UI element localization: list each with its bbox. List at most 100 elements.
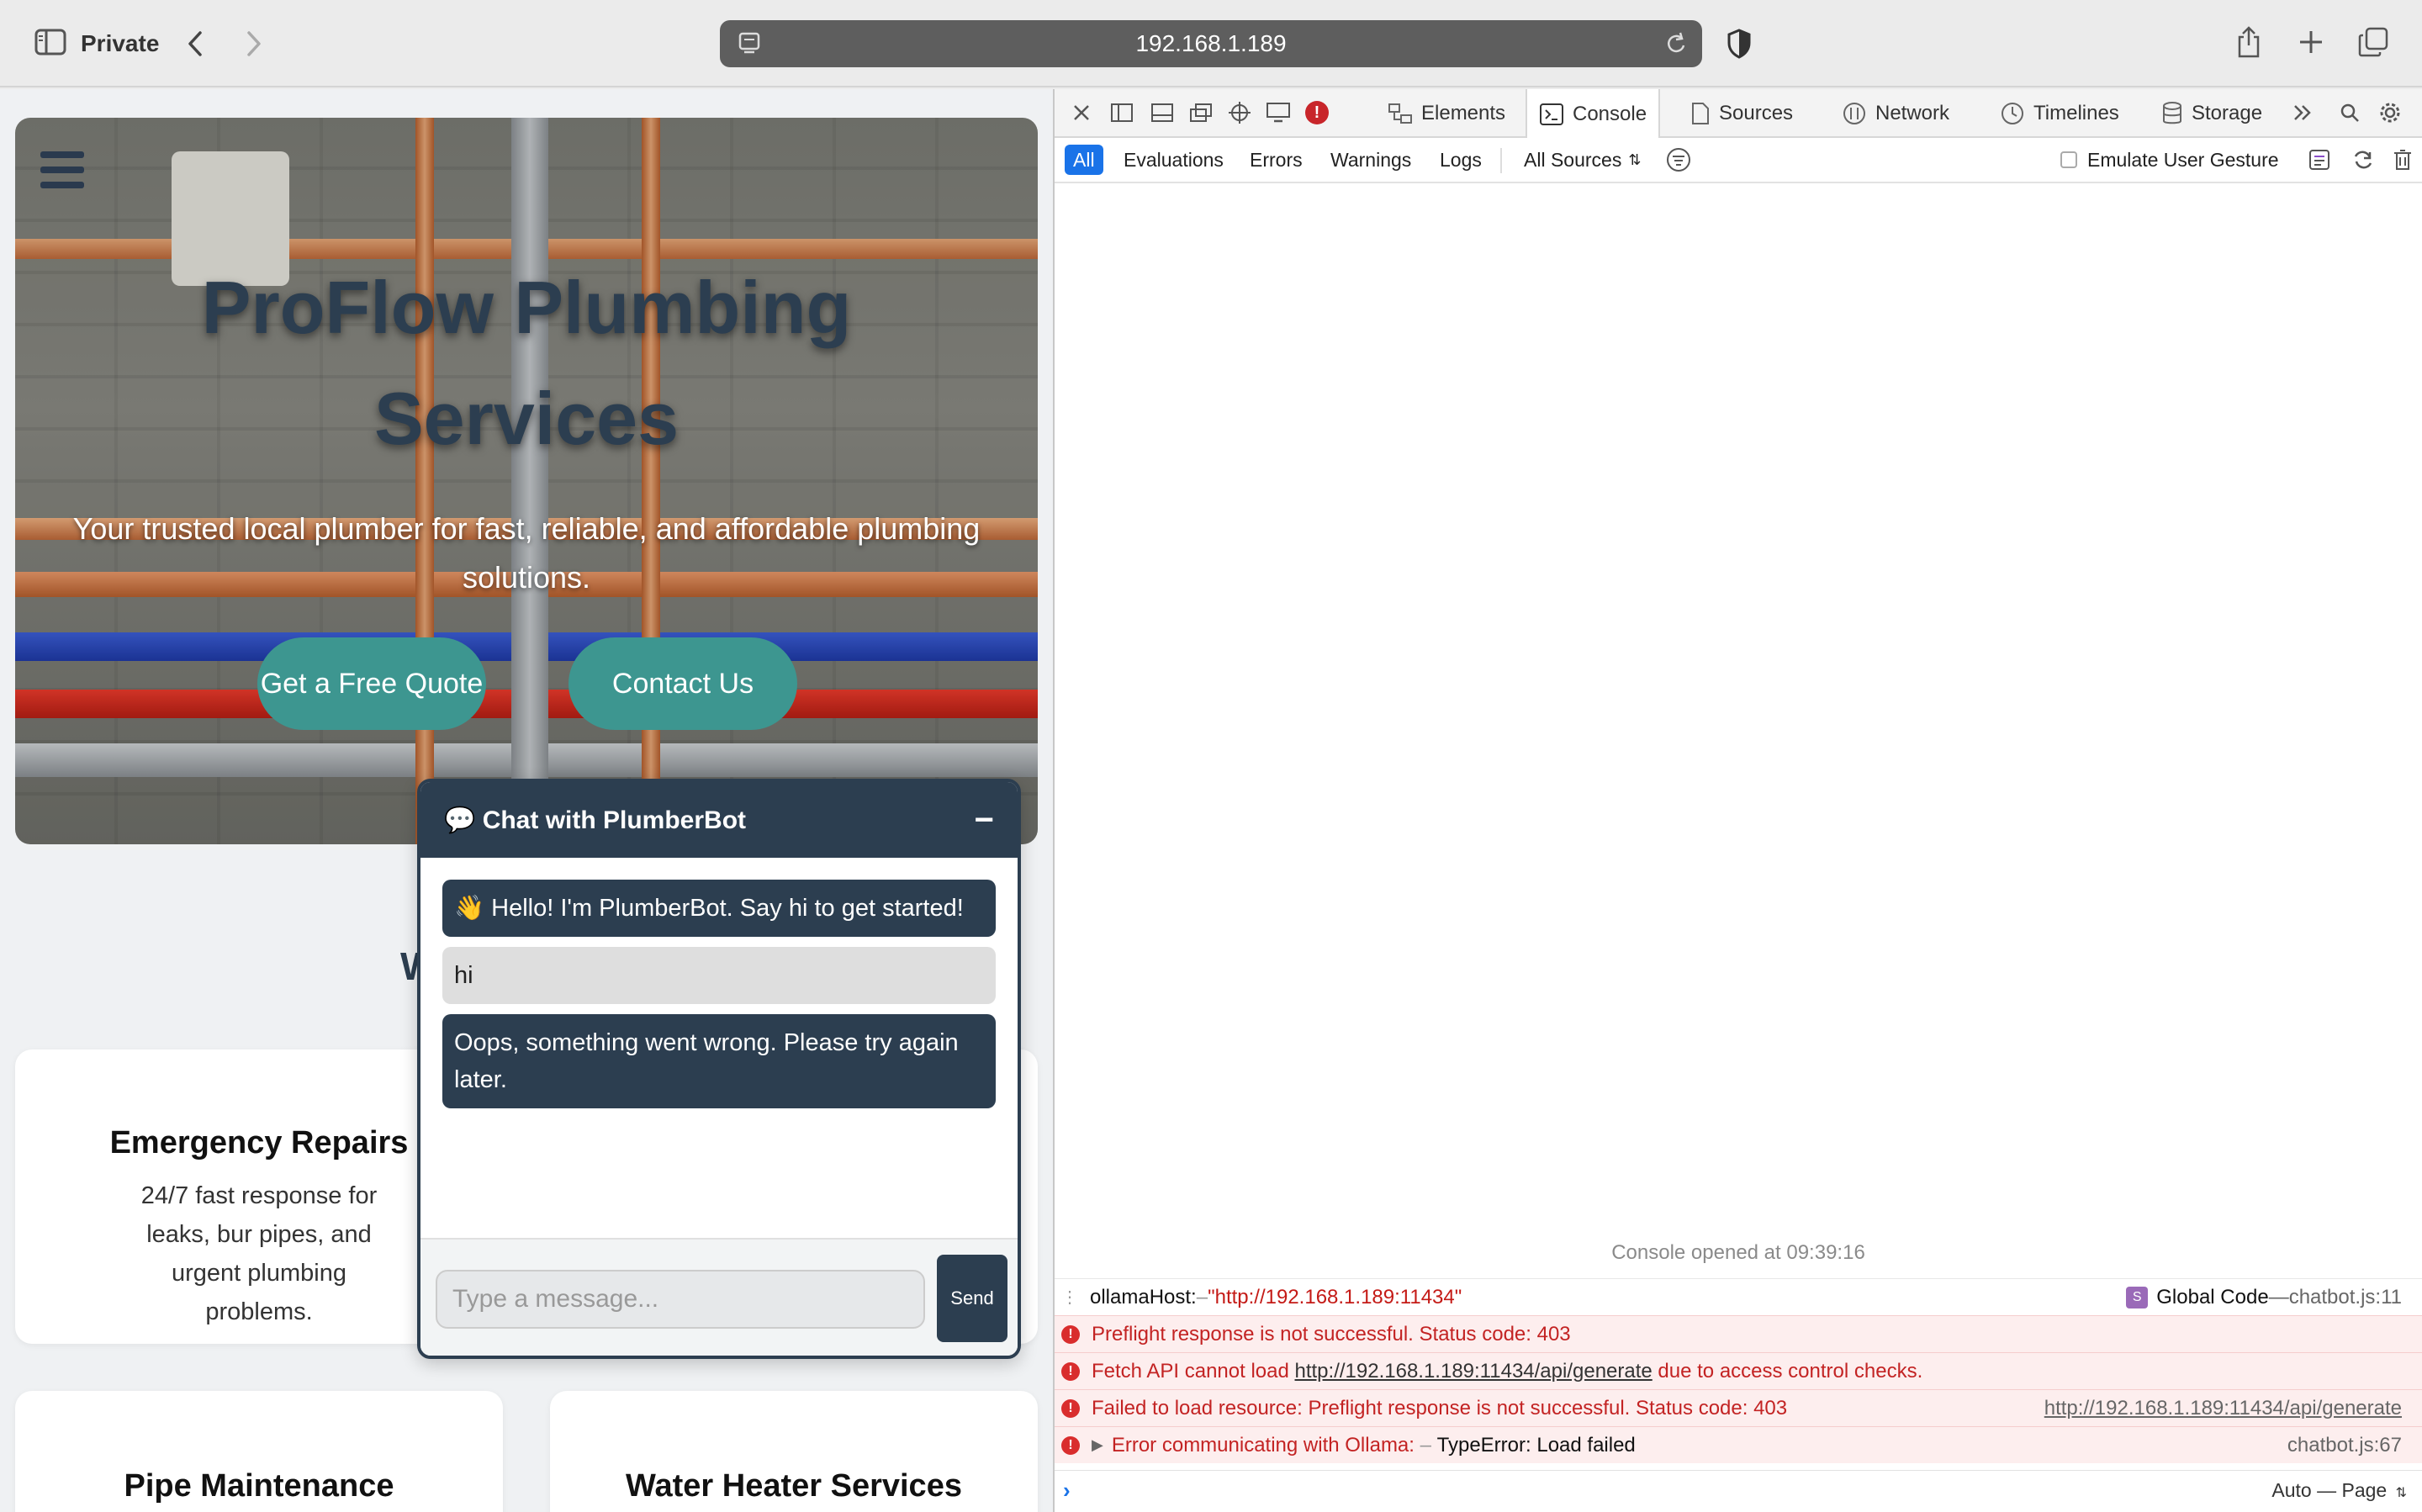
tab-label: Storage [2192, 102, 2263, 124]
filter-evaluations[interactable]: Evaluations [1115, 145, 1232, 175]
tab-console[interactable]: Console [1526, 89, 1661, 140]
user-message: hi [442, 947, 996, 1004]
devtools-panel: ! Elements Console Sources Network Timel… [1053, 89, 2422, 1512]
error-source-file[interactable]: chatbot.js:67 [2287, 1427, 2402, 1464]
share-icon[interactable] [2232, 24, 2266, 61]
tab-overview-icon[interactable] [2356, 25, 2390, 59]
tab-elements[interactable]: Elements [1376, 89, 1517, 138]
chat-send-button[interactable]: Send [937, 1255, 1007, 1342]
dock-bottom-icon[interactable] [1147, 98, 1177, 128]
preserve-log-icon[interactable] [2299, 145, 2340, 175]
console-error-row[interactable]: ! Fetch API cannot load http://192.168.1… [1055, 1352, 2422, 1389]
log-entry-icon: ⋮ [1061, 1288, 1078, 1307]
chevron-updown-icon: ⇅ [2395, 1486, 2407, 1500]
menu-hamburger-icon[interactable] [40, 151, 84, 188]
chat-minimize-button[interactable]: − [975, 801, 994, 839]
tab-label: Console [1573, 103, 1647, 125]
filter-warnings[interactable]: Warnings [1322, 145, 1420, 175]
more-tabs-icon[interactable] [2287, 98, 2318, 128]
filter-all[interactable]: All [1065, 145, 1103, 175]
console-prompt[interactable]: › Auto — Page ⇅ [1055, 1470, 2422, 1512]
back-icon[interactable] [182, 27, 209, 61]
timelines-icon [2002, 103, 2023, 124]
card-title: Pipe Maintenance [124, 1468, 394, 1504]
error-detail: TypeError: Load failed [1436, 1433, 1636, 1456]
log-key: ollamaHost: [1090, 1285, 1197, 1308]
filter-options-icon[interactable] [1657, 145, 1700, 175]
settings-gear-icon[interactable] [2375, 98, 2405, 128]
page-menu-icon[interactable] [738, 32, 760, 60]
tab-network[interactable]: Network [1830, 89, 1961, 138]
console-error-row[interactable]: ! ▶ Error communicating with Ollama: – T… [1055, 1426, 2422, 1463]
network-icon [1843, 103, 1865, 124]
tab-label: Sources [1719, 102, 1794, 124]
sources-select[interactable]: All Sources ⇅ [1515, 145, 1649, 175]
log-source[interactable]: S Global Code — chatbot.js:11 [2126, 1279, 2402, 1316]
hero-subtitle: Your trusted local plumber for fast, rel… [72, 511, 981, 595]
error-text: Failed to load resource: Preflight respo… [1092, 1396, 1788, 1419]
privacy-shield-icon[interactable] [1722, 27, 1756, 61]
new-tab-icon[interactable] [2294, 25, 2328, 59]
expand-triangle-icon[interactable]: ▶ [1092, 1436, 1103, 1454]
error-text: Error communicating with Ollama: [1111, 1433, 1415, 1456]
get-free-quote-button[interactable]: Get a Free Quote [257, 637, 486, 730]
log-value: "http://192.168.1.189:11434" [1208, 1285, 1462, 1308]
reload-icon[interactable] [2343, 145, 2383, 175]
sources-icon [1692, 103, 1709, 124]
filter-divider [1500, 148, 1502, 173]
chat-message-input[interactable]: Type a message... [436, 1270, 925, 1329]
tab-label: Timelines [2033, 102, 2119, 124]
chat-title: 💬 Chat with PlumberBot [444, 806, 747, 834]
error-icon: ! [1061, 1398, 1080, 1418]
clear-console-icon[interactable] [2383, 145, 2422, 175]
emulate-user-gesture-checkbox[interactable]: Emulate User Gesture [2052, 145, 2287, 175]
card-title: Water Heater Services [626, 1468, 962, 1504]
tab-sources[interactable]: Sources [1679, 89, 1805, 138]
error-icon: ! [1061, 1435, 1080, 1455]
console-error-row[interactable]: ! Preflight response is not successful. … [1055, 1315, 2422, 1352]
dock-side-icon[interactable] [1107, 98, 1137, 128]
chat-widget: 💬 Chat with PlumberBot − 👋 Hello! I'm Pl… [417, 779, 1021, 1359]
search-icon[interactable] [2335, 98, 2365, 128]
error-icon: ! [1061, 1361, 1080, 1381]
console-error-row[interactable]: ! Failed to load resource: Preflight res… [1055, 1389, 2422, 1426]
error-icon: ! [1061, 1324, 1080, 1344]
service-card: Water Heater Services [550, 1391, 1038, 1512]
reload-icon[interactable] [1663, 30, 1689, 61]
prompt-chevron-icon: › [1063, 1478, 1071, 1503]
tab-label: Network [1875, 102, 1950, 124]
chat-header[interactable]: 💬 Chat with PlumberBot − [420, 782, 1018, 858]
close-icon[interactable] [1066, 98, 1097, 128]
tab-storage[interactable]: Storage [2150, 89, 2274, 138]
error-indicator-icon[interactable]: ! [1302, 98, 1332, 128]
source-label: Global Code [2156, 1286, 2269, 1308]
forward-icon[interactable] [241, 27, 267, 61]
devtools-tab-bar: ! Elements Console Sources Network Timel… [1055, 89, 2422, 140]
error-source-link[interactable]: http://192.168.1.189:11434/api/generate [2044, 1390, 2402, 1427]
storage-icon [2163, 102, 2181, 124]
console-log-row[interactable]: ⋮ ollamaHost: – "http://192.168.1.189:11… [1055, 1278, 2422, 1315]
console-icon [1540, 103, 1563, 125]
chat-footer: Type a message... Send [420, 1238, 1018, 1356]
error-text: due to access control checks. [1652, 1359, 1923, 1382]
source-sep: — [2268, 1286, 2289, 1308]
tab-timelines[interactable]: Timelines [1988, 89, 2131, 138]
console-opened-message: Console opened at 09:39:16 [1611, 1241, 1865, 1264]
sidebar-toggle-icon[interactable] [34, 27, 67, 57]
execution-context-select[interactable]: Auto — Page ⇅ [2271, 1479, 2407, 1502]
error-sep: – [1414, 1433, 1437, 1456]
source-badge: S [2126, 1287, 2149, 1308]
device-preview-icon[interactable] [1263, 98, 1293, 128]
address-bar[interactable]: 192.168.1.189 [720, 20, 1702, 67]
error-link[interactable]: http://192.168.1.189:11434/api/generate [1295, 1360, 1653, 1383]
contact-us-button[interactable]: Contact Us [568, 637, 797, 730]
checkbox-box [2060, 151, 2077, 168]
element-picker-icon[interactable] [1224, 98, 1255, 128]
chevron-updown-icon: ⇅ [1628, 151, 1642, 168]
chat-messages: 👋 Hello! I'm PlumberBot. Say hi to get s… [420, 858, 1018, 1241]
detach-window-icon[interactable] [1186, 98, 1216, 128]
tab-label: Elements [1421, 102, 1506, 124]
filter-logs[interactable]: Logs [1431, 145, 1490, 175]
bot-message: 👋 Hello! I'm PlumberBot. Say hi to get s… [442, 880, 996, 937]
filter-errors[interactable]: Errors [1241, 145, 1311, 175]
